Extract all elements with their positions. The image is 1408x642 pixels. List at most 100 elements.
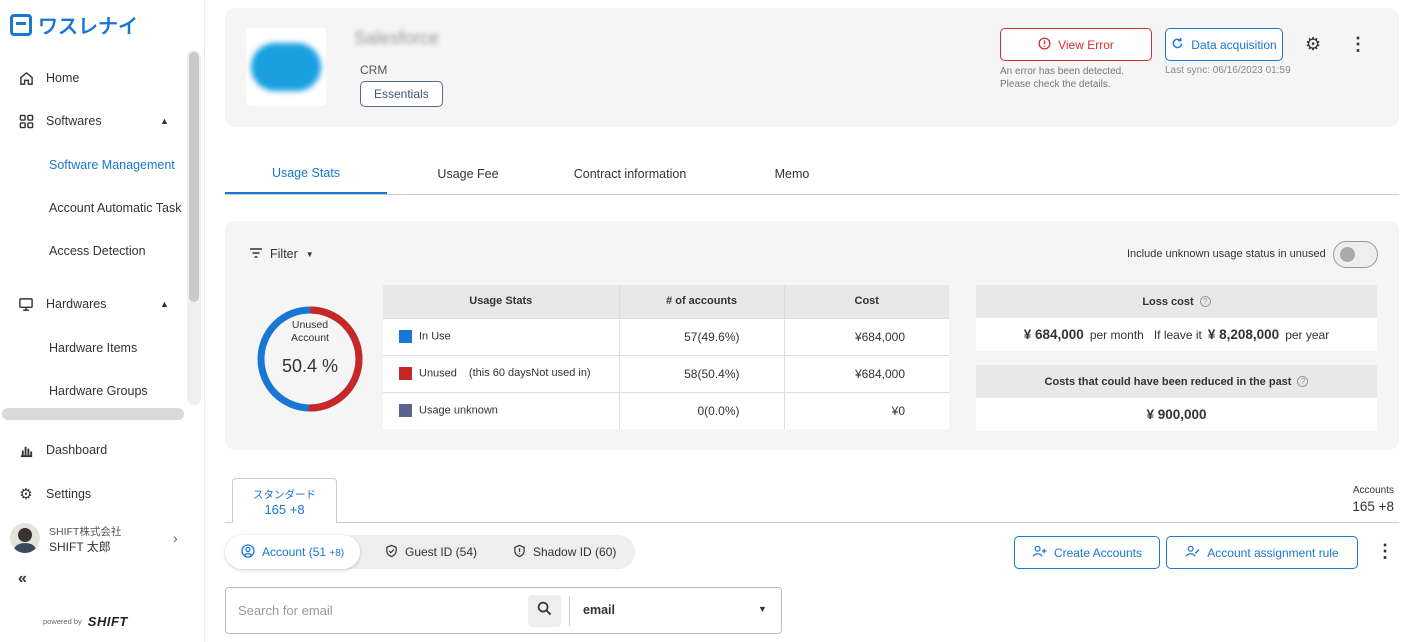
sidebar-item-hardware-groups[interactable]: Hardware Groups — [0, 371, 185, 411]
logo-text: ワスレナイ — [38, 16, 138, 38]
sidebar-item-label: Settings — [46, 487, 92, 501]
sidebar-item-dashboard[interactable]: Dashboard — [0, 430, 185, 470]
data-acquisition-label: Data acquisition — [1191, 37, 1277, 52]
table-row: Usage unknown 0(0.0%) ¥0 — [383, 391, 949, 429]
table-row: In Use 57(49.6%) ¥684,000 — [383, 317, 949, 355]
loss-cost-header: Loss cost? — [976, 285, 1377, 318]
row-accounts: 57(49.6%) — [619, 317, 785, 355]
loss-per-year-value: ¥ 8,208,000 — [1207, 327, 1280, 342]
row-accounts: 0(0.0%) — [619, 391, 785, 429]
sidebar-item-settings[interactable]: ⚙ Settings — [0, 474, 185, 514]
caret-up-icon: ▲ — [160, 299, 169, 309]
user-company: SHIFT株式会社 — [49, 526, 122, 538]
past-reducible-cost-card: Costs that could have been reduced in th… — [976, 365, 1377, 431]
sidebar-item-home[interactable]: Home — [0, 58, 185, 98]
column-header: Cost — [784, 285, 949, 318]
filter-icon — [250, 247, 262, 261]
plan-tab-bar: スタンダード 165 +8 — [225, 478, 1399, 523]
app-name: Salesforce — [354, 28, 440, 48]
row-name: Unused (this 60 daysNot used in) — [383, 354, 620, 392]
tab-shadow-id-label: Shadow ID (60) — [533, 545, 617, 559]
per-month-label: per month — [1089, 327, 1144, 342]
view-error-button[interactable]: View Error — [1000, 28, 1152, 61]
app-logo[interactable]: ワスレナイ — [10, 10, 138, 39]
tab-memo[interactable]: Memo — [711, 153, 873, 194]
tab-contract-information[interactable]: Contract information — [549, 153, 711, 194]
sidebar-item-label: Hardware Groups — [49, 384, 148, 398]
more-options-icon[interactable]: ⋮ — [1349, 34, 1367, 55]
scrollbar-thumb[interactable] — [189, 52, 199, 302]
usage-stats-panel: Filter ▼ Include unknown usage status in… — [225, 221, 1399, 450]
row-label: Unused — [419, 367, 457, 380]
tab-standard-plan[interactable]: スタンダード 165 +8 — [232, 478, 337, 523]
user-menu[interactable]: SHIFT株式会社 SHIFT 太郎 › — [10, 521, 195, 561]
tab-bar: Usage Stats Usage Fee Contract informati… — [225, 153, 1399, 195]
if-leave-label: If leave it — [1153, 327, 1202, 342]
sidebar-item-label: Dashboard — [46, 443, 108, 457]
tab-shadow-id[interactable]: Shadow ID (60) — [513, 535, 616, 569]
caret-up-icon: ▲ — [160, 116, 169, 126]
plan-tab-label: スタンダード — [253, 489, 316, 501]
error-message-line-1: An error has been detected. — [1000, 66, 1124, 77]
past-cost-header: Costs that could have been reduced in th… — [976, 365, 1377, 398]
search-field-select[interactable]: email — [583, 603, 615, 617]
salesforce-cloud-icon — [251, 43, 321, 91]
sidebar-item-hardwares[interactable]: Hardwares ▲ — [0, 284, 185, 324]
more-options-icon[interactable]: ⋮ — [1376, 541, 1394, 562]
sidebar-nav: Home Softwares ▲ Software Management Acc… — [0, 55, 190, 410]
chevron-right-icon: › — [173, 530, 178, 546]
tab-account[interactable]: Account (51 +8) — [225, 535, 361, 569]
filter-button[interactable]: Filter ▼ — [250, 247, 314, 261]
unknown-usage-toggle[interactable] — [1333, 241, 1378, 268]
accounts-total-label: Accounts — [1352, 485, 1394, 496]
gear-icon[interactable]: ⚙ — [1305, 34, 1321, 55]
plan-badge[interactable]: Essentials — [360, 81, 443, 107]
unused-donut-chart: Unused Account 50.4 % — [256, 305, 364, 413]
tab-usage-fee[interactable]: Usage Fee — [387, 153, 549, 194]
row-accounts: 58(50.4%) — [619, 354, 785, 392]
user-circle-icon — [241, 543, 255, 561]
account-assignment-rule-button[interactable]: Account assignment rule — [1166, 536, 1358, 569]
sidebar-item-label: Access Detection — [49, 244, 146, 258]
sidebar-item-label: Hardwares — [46, 297, 107, 311]
powered-by: powered by SHIFT — [43, 614, 128, 629]
app-logo-image — [246, 28, 326, 106]
home-icon — [17, 69, 35, 87]
monitor-icon — [17, 295, 35, 313]
search-button[interactable] — [528, 595, 561, 627]
sidebar-item-account-automatic-task[interactable]: Account Automatic Task — [0, 188, 185, 228]
caret-down-icon[interactable]: ▼ — [758, 604, 767, 614]
last-sync: Last sync: 06/16/2023 01:59 — [1165, 65, 1291, 76]
loss-cost-title: Loss cost — [1142, 295, 1194, 308]
error-message: An error has been detected. Please check… — [1000, 65, 1160, 91]
app-header: Salesforce CRM Essentials View Error An … — [225, 8, 1399, 127]
help-icon[interactable]: ? — [1297, 376, 1309, 387]
donut-label-line-1: Unused — [291, 319, 329, 331]
shield-alert-icon — [513, 544, 526, 561]
tab-guest-id[interactable]: Guest ID (54) — [385, 535, 477, 569]
usage-stats-table: Usage Stats # of accounts Cost In Use 57… — [383, 285, 949, 429]
loss-cost-body: ¥ 684,000 per month If leave it ¥ 8,208,… — [976, 318, 1377, 351]
sidebar-item-softwares[interactable]: Softwares ▲ — [0, 101, 185, 141]
collapse-sidebar-icon[interactable]: « — [18, 570, 27, 588]
shift-logo: SHIFT — [87, 614, 128, 629]
sidebar-item-hardware-items[interactable]: Hardware Items — [0, 328, 185, 368]
unknown-usage-toggle-label: Include unknown usage status in unused — [1127, 248, 1326, 260]
search-divider — [569, 596, 570, 626]
horizontal-scrollbar[interactable] — [2, 408, 184, 420]
gear-icon: ⚙ — [19, 486, 33, 503]
toggle-knob — [1340, 247, 1355, 262]
tab-account-label: Account (51 — [262, 545, 330, 559]
create-accounts-button[interactable]: Create Accounts — [1014, 536, 1160, 569]
column-header: # of accounts — [619, 285, 785, 318]
column-header: Usage Stats — [383, 285, 620, 318]
donut-label-line-2: Account — [291, 332, 329, 344]
search-input[interactable]: Search for email — [238, 603, 333, 618]
sidebar-item-label: Software Management — [49, 158, 175, 172]
help-icon[interactable]: ? — [1199, 296, 1211, 307]
tab-usage-stats[interactable]: Usage Stats — [225, 153, 387, 194]
data-acquisition-button[interactable]: Data acquisition — [1165, 28, 1283, 61]
legend-swatch — [399, 367, 412, 380]
sidebar-item-software-management[interactable]: Software Management — [0, 145, 185, 185]
sidebar-item-access-detection[interactable]: Access Detection — [0, 231, 185, 271]
